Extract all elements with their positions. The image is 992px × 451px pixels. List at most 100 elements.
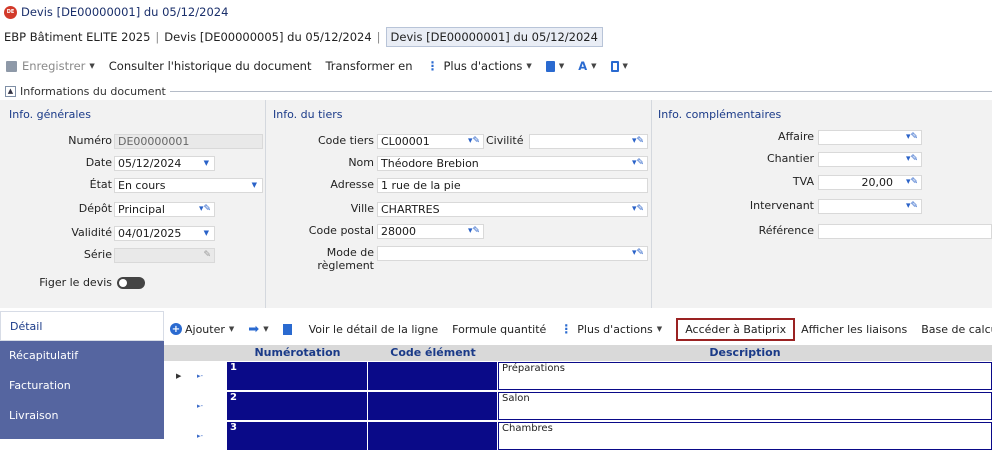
table-row[interactable]: ▸‑ 2 Salon [164, 392, 992, 421]
ttc-button[interactable]: Base de calcul TTC [921, 323, 992, 336]
divider [265, 100, 266, 308]
grid-more-actions-button[interactable]: ⋮ Plus d'actions ▼ [560, 322, 662, 336]
delete-button[interactable] [282, 323, 295, 335]
chevron-down-icon: ▼ [89, 62, 95, 70]
tab-home[interactable]: EBP Bâtiment ELITE 2025 [4, 30, 150, 44]
section-tiers-title: Info. du tiers [273, 108, 343, 121]
depot-select[interactable]: Principal ▾✎ [114, 202, 215, 217]
validite-field[interactable]: 04/01/2025 ▼ [114, 226, 215, 241]
code-postal-select[interactable]: 28000 ▾✎ [377, 224, 484, 239]
cell-description[interactable]: Préparations [498, 362, 992, 390]
chevron-down-icon: ▼ [526, 62, 532, 70]
cell-description[interactable]: Salon [498, 392, 992, 420]
layout-icon [545, 60, 555, 72]
divider [651, 100, 652, 308]
reglement-label: Mode de règlement [317, 246, 374, 272]
tab-devis-1[interactable]: Devis [DE00000001] du 05/12/2024 [385, 27, 603, 47]
sidebar-item-livraison[interactable]: Livraison [0, 401, 164, 431]
ville-label: Ville [350, 202, 374, 215]
divider [169, 90, 992, 92]
sidebar-item-recapitulatif[interactable]: Récapitulatif [0, 341, 164, 371]
document-info-panel: Info. générales Numéro DE00000001 Date 0… [0, 100, 992, 308]
cell-numerotation[interactable]: 3 [227, 422, 367, 450]
serie-label: Série [83, 248, 112, 261]
sidebar-item-detail[interactable]: Détail [0, 311, 164, 341]
chantier-select[interactable]: ▾✎ [818, 152, 922, 167]
save-button[interactable]: Enregistrer ▼ [6, 59, 95, 73]
civilite-select[interactable]: ▾✎ [529, 134, 648, 149]
history-button[interactable]: Consulter l'historique du document [109, 59, 312, 73]
tree-node-icon[interactable]: ▸‑ [197, 422, 227, 451]
edit-icon: ▾✎ [631, 204, 644, 214]
links-button[interactable]: Afficher les liaisons [801, 323, 907, 336]
save-icon [6, 60, 17, 72]
tab-separator: | [155, 30, 160, 44]
edit-icon: ▾✎ [467, 226, 480, 236]
tab-separator: | [376, 30, 381, 44]
lines-grid: Numérotation Code élément Description ▶ … [164, 345, 992, 450]
app-logo-icon: DE [4, 5, 17, 19]
intervenant-label: Intervenant [749, 199, 814, 212]
device-button[interactable]: ▼ [610, 60, 628, 72]
text-style-button[interactable]: A ▼ [578, 59, 596, 73]
cell-description[interactable]: Chambres [498, 422, 992, 450]
more-actions-button[interactable]: ⋮ Plus d'actions ▼ [427, 59, 532, 73]
edit-icon: ▾✎ [905, 201, 918, 211]
cell-code[interactable] [368, 422, 497, 450]
column-header-description[interactable]: Description [498, 345, 992, 361]
panel-title: Informations du document [20, 84, 166, 98]
add-button[interactable]: + Ajouter ▼ [170, 323, 234, 336]
tab-devis-5[interactable]: Devis [DE00000005] du 05/12/2024 [164, 30, 371, 44]
reference-field[interactable] [818, 224, 992, 239]
nom-label: Nom [348, 156, 374, 169]
adresse-field[interactable]: 1 rue de la pie [377, 178, 648, 193]
chevron-down-icon: ▼ [203, 229, 209, 237]
line-detail-button[interactable]: Voir le détail de la ligne [309, 323, 439, 336]
date-label: Date [85, 156, 112, 169]
table-row[interactable]: ▸‑ 3 Chambres [164, 422, 992, 451]
column-header-numerotation[interactable]: Numérotation [227, 345, 368, 361]
sidebar: Détail Récapitulatif Facturation Livrais… [0, 311, 164, 439]
tree-node-icon[interactable]: ▸‑ [197, 392, 227, 421]
column-header-code[interactable]: Code élément [368, 345, 498, 361]
row-pointer-icon: ▶ [176, 372, 182, 380]
code-postal-label: Code postal [308, 224, 374, 237]
table-row[interactable]: ▶ ▸‑ 1 Préparations [164, 362, 992, 391]
grid-toolbar: + Ajouter ▼ ➡ ▼ Voir le détail de la ligne … [170, 317, 992, 341]
section-complement-title: Info. complémentaires [658, 108, 782, 121]
formula-button[interactable]: Formule quantité [452, 323, 546, 336]
edit-icon: ▾✎ [467, 136, 480, 146]
cell-numerotation[interactable]: 2 [227, 392, 367, 420]
collapse-icon[interactable]: ▲ [5, 85, 16, 97]
edit-icon: ▾✎ [631, 158, 644, 168]
transform-button[interactable]: Transformer en [325, 59, 412, 73]
code-tiers-select[interactable]: CL00001 ▾✎ [377, 134, 484, 149]
batiprix-button[interactable]: Accéder à Batiprix [676, 317, 796, 341]
affaire-select[interactable]: ▾✎ [818, 130, 922, 145]
nom-select[interactable]: Théodore Brebion ▾✎ [377, 156, 648, 171]
cell-numerotation[interactable]: 1 [227, 362, 367, 390]
arrow-right-icon: ➡ [248, 321, 260, 337]
intervenant-select[interactable]: ▾✎ [818, 199, 922, 214]
adresse-label: Adresse [330, 178, 374, 191]
cell-code[interactable] [368, 362, 497, 390]
reference-label: Référence [758, 224, 814, 237]
chevron-down-icon: ▼ [251, 181, 257, 189]
more-icon: ⋮ [426, 59, 439, 73]
edit-icon: ✎ [203, 250, 211, 260]
chantier-label: Chantier [766, 152, 814, 165]
tree-node-icon[interactable]: ▸‑ [197, 362, 227, 391]
date-field[interactable]: 05/12/2024 ▼ [114, 156, 215, 171]
edit-icon: ▾✎ [631, 136, 644, 146]
move-button[interactable]: ➡ ▼ [248, 322, 268, 337]
layout-button[interactable]: ▼ [545, 60, 564, 72]
document-tabs: EBP Bâtiment ELITE 2025 | Devis [DE00000… [0, 26, 992, 48]
sidebar-item-facturation[interactable]: Facturation [0, 371, 164, 401]
ville-select[interactable]: CHARTRES ▾✎ [377, 202, 648, 217]
etat-select[interactable]: En cours ▼ [114, 178, 263, 193]
tva-select[interactable]: 20,00 ▾✎ [818, 175, 922, 190]
cell-code[interactable] [368, 392, 497, 420]
reglement-select[interactable]: ▾✎ [377, 246, 648, 261]
civilite-label: Civilité [486, 134, 524, 147]
figer-toggle[interactable] [117, 277, 145, 289]
